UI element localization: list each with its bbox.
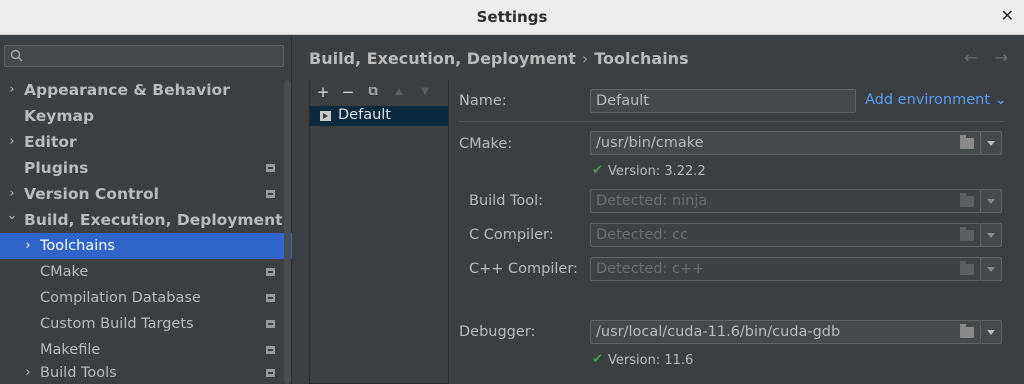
folder-icon[interactable] (960, 261, 974, 275)
check-icon: ✔ (592, 163, 603, 178)
debugger-field[interactable] (590, 320, 981, 344)
sidebar-item-label: Custom Build Targets (40, 316, 194, 332)
settings-sidebar: › Appearance & Behavior Keymap › Editor … (0, 36, 292, 384)
sidebar-item-keymap[interactable]: Keymap (0, 103, 292, 129)
breadcrumb-current: Toolchains (594, 49, 689, 68)
sidebar-item-version-control[interactable]: › Version Control (0, 181, 292, 207)
chevron-right-icon: › (25, 238, 31, 253)
chevron-right-icon: › (9, 82, 15, 97)
sidebar-item-label: Build Tools (40, 365, 117, 381)
chevron-down-icon: ⌄ (6, 208, 18, 223)
build-tool-label: Build Tool: (469, 193, 544, 209)
project-settings-icon (266, 190, 275, 198)
cmake-version: Version: 3.22.2 (608, 164, 706, 179)
forward-arrow-icon[interactable]: → (995, 48, 1008, 67)
name-label: Name: (459, 93, 507, 109)
cpp-compiler-input[interactable] (591, 258, 980, 280)
sidebar-item-compilation-database[interactable]: Compilation Database (0, 285, 292, 311)
sidebar-item-toolchains[interactable]: › Toolchains (0, 233, 292, 259)
sidebar-item-label: Keymap (24, 107, 95, 125)
folder-icon[interactable] (960, 135, 974, 149)
toolchain-list-item[interactable]: Default (310, 106, 448, 126)
cpp-compiler-field[interactable] (590, 257, 981, 281)
copy-icon[interactable]: ⧉ (364, 83, 382, 101)
debugger-dropdown-button[interactable] (980, 320, 1002, 344)
sidebar-item-build-execution-deployment[interactable]: ⌄ Build, Execution, Deployment (0, 207, 292, 233)
project-settings-icon (266, 164, 275, 172)
chevron-right-icon: › (25, 365, 31, 380)
cpp-compiler-dropdown-button[interactable] (980, 257, 1002, 281)
move-up-icon[interactable]: ▲ (390, 83, 408, 101)
sidebar-scrollbar[interactable] (284, 80, 291, 384)
toolchain-form: Name: Add environment ⌄ CMake: ✔ Version… (459, 80, 1007, 384)
back-arrow-icon[interactable]: ← (964, 48, 977, 67)
toolchain-list-panel: + − ⧉ ▲ ▼ Default (309, 80, 449, 384)
chevron-right-icon: › (9, 134, 15, 149)
sidebar-item-label: Toolchains (40, 238, 115, 254)
sidebar-item-appearance-behavior[interactable]: › Appearance & Behavior (0, 77, 292, 103)
sidebar-item-label: Plugins (24, 159, 89, 177)
cmake-dropdown-button[interactable] (980, 131, 1002, 155)
c-compiler-input[interactable] (591, 224, 980, 246)
section-divider (459, 121, 1004, 122)
check-icon: ✔ (592, 352, 603, 367)
project-settings-icon (266, 294, 275, 302)
name-input[interactable] (591, 90, 855, 112)
close-icon[interactable]: ✕ (1001, 6, 1014, 25)
folder-icon[interactable] (960, 324, 974, 338)
breadcrumb: Build, Execution, Deployment › Toolchains (309, 49, 689, 68)
breadcrumb-separator: › (581, 49, 589, 68)
add-environment-link[interactable]: Add environment ⌄ (865, 92, 1007, 108)
debugger-version: Version: 11.6 (608, 353, 694, 368)
search-field[interactable] (4, 45, 284, 67)
c-compiler-dropdown-button[interactable] (980, 223, 1002, 247)
cmake-label: CMake: (459, 136, 513, 152)
project-settings-icon (266, 320, 275, 328)
name-field[interactable] (590, 89, 856, 113)
sidebar-item-build-tools[interactable]: › Build Tools (0, 360, 292, 384)
search-icon (10, 49, 23, 62)
title-bar: Settings ✕ (0, 0, 1024, 35)
toolchain-toolbar: + − ⧉ ▲ ▼ (310, 80, 450, 106)
sidebar-item-plugins[interactable]: Plugins (0, 155, 292, 181)
c-compiler-label: C Compiler: (469, 227, 554, 243)
cpp-compiler-label: C++ Compiler: (469, 261, 578, 277)
sidebar-item-label: Version Control (24, 185, 159, 203)
settings-content: Build, Execution, Deployment › Toolchains … (293, 36, 1024, 384)
breadcrumb-parent[interactable]: Build, Execution, Deployment (309, 49, 576, 68)
sidebar-item-label: Compilation Database (40, 290, 201, 306)
search-input[interactable] (27, 46, 277, 66)
cmake-path-input[interactable] (591, 132, 980, 154)
sidebar-item-custom-build-targets[interactable]: Custom Build Targets (0, 311, 292, 337)
project-settings-icon (266, 346, 275, 354)
sidebar-item-label: Build, Execution, Deployment (24, 211, 283, 229)
sidebar-item-editor[interactable]: › Editor (0, 129, 292, 155)
build-tool-dropdown-button[interactable] (980, 189, 1002, 213)
c-compiler-field[interactable] (590, 223, 981, 247)
folder-icon[interactable] (960, 193, 974, 207)
debugger-path-input[interactable] (591, 321, 980, 343)
build-tool-input[interactable] (591, 190, 980, 212)
sidebar-item-label: CMake (40, 264, 89, 280)
navigation-buttons: ← → (952, 48, 1008, 67)
sidebar-item-cmake[interactable]: CMake (0, 259, 292, 285)
sidebar-item-label: Appearance & Behavior (24, 81, 230, 99)
toolchain-name: Default (338, 107, 391, 123)
debugger-label: Debugger: (459, 324, 536, 340)
remove-icon[interactable]: − (339, 83, 357, 101)
cmake-field[interactable] (590, 131, 981, 155)
sidebar-item-label: Editor (24, 133, 77, 151)
toolchain-icon (320, 111, 331, 121)
window-title: Settings (476, 8, 548, 26)
move-down-icon[interactable]: ▼ (416, 83, 434, 101)
build-tool-field[interactable] (590, 189, 981, 213)
project-settings-icon (266, 369, 275, 377)
folder-icon[interactable] (960, 227, 974, 241)
project-settings-icon (266, 268, 275, 276)
add-icon[interactable]: + (314, 83, 332, 101)
